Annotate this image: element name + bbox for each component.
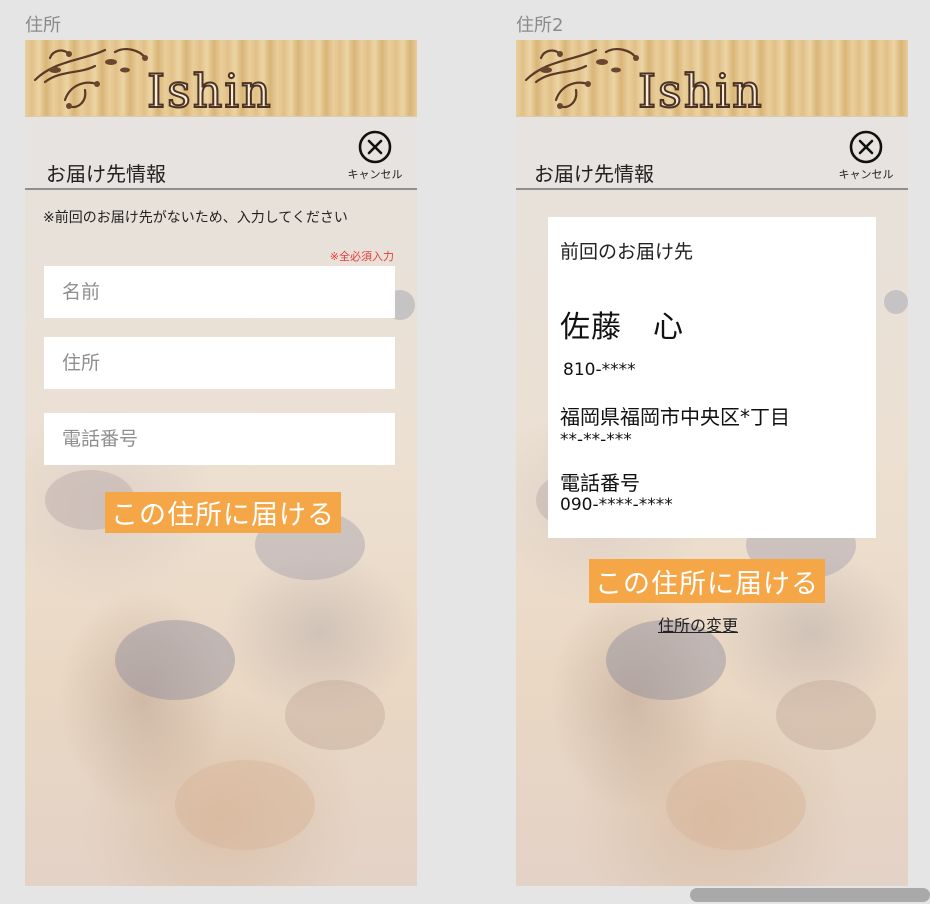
app-logo[interactable]: Ishin (146, 65, 273, 117)
phone-label: 電話番号 (560, 471, 640, 495)
postal-code: 810-**** (563, 360, 636, 380)
background-flower (884, 290, 908, 314)
close-circle-icon (358, 130, 392, 164)
deliver-to-address-button[interactable]: この住所に届ける (105, 492, 341, 533)
saved-address-screen: Ishin お届け先情報 キャンセル 前回のお届け先 佐藤 心 810-****… (516, 40, 908, 886)
address-line-2: **-**-*** (560, 430, 632, 450)
phone-input[interactable] (44, 413, 395, 465)
background-flower (285, 680, 385, 750)
background-flower (115, 620, 235, 700)
no-previous-address-notice: ※前回のお届け先がないため、入力してください (43, 210, 348, 226)
cancel-button[interactable]: キャンセル (343, 130, 407, 182)
horizontal-scrollbar[interactable] (690, 888, 930, 902)
title-bar: お届け先情報 キャンセル (25, 116, 417, 190)
name-input[interactable] (44, 266, 395, 318)
deliver-to-address-button[interactable]: この住所に届ける (589, 559, 825, 603)
app-header: Ishin (25, 40, 417, 117)
cancel-button[interactable]: キャンセル (834, 130, 898, 182)
page-title: お届け先情報 (534, 162, 654, 186)
artboard-label-address: 住所 (25, 15, 61, 36)
address-entry-screen: Ishin お届け先情報 キャンセル ※前回のお届け先がないため、入力してくださ… (25, 40, 417, 886)
cancel-label: キャンセル (838, 168, 894, 181)
cancel-label: キャンセル (347, 168, 403, 181)
card-heading: 前回のお届け先 (560, 241, 694, 263)
recipient-name: 佐藤 心 (560, 310, 684, 345)
artboard-label-address-2: 住所2 (516, 15, 564, 36)
app-header: Ishin (516, 40, 908, 117)
phone-number: 090-****-**** (560, 495, 673, 515)
app-logo[interactable]: Ishin (637, 65, 764, 117)
background-flower (666, 760, 806, 850)
title-bar: お届け先情報 キャンセル (516, 116, 908, 190)
required-note: ※全必須入力 (329, 250, 394, 263)
background-flower (776, 680, 876, 750)
close-circle-icon (849, 130, 883, 164)
page-title: お届け先情報 (46, 162, 166, 186)
address-text: 福岡県福岡市中央区*丁目 **-**-*** (560, 404, 790, 450)
background-flower (175, 760, 315, 850)
address-input[interactable] (44, 337, 395, 389)
change-address-link[interactable]: 住所の変更 (658, 612, 738, 636)
address-line-1: 福岡県福岡市中央区*丁目 (560, 405, 790, 429)
previous-address-card: 前回のお届け先 佐藤 心 810-**** 福岡県福岡市中央区*丁目 **-**… (548, 217, 876, 538)
